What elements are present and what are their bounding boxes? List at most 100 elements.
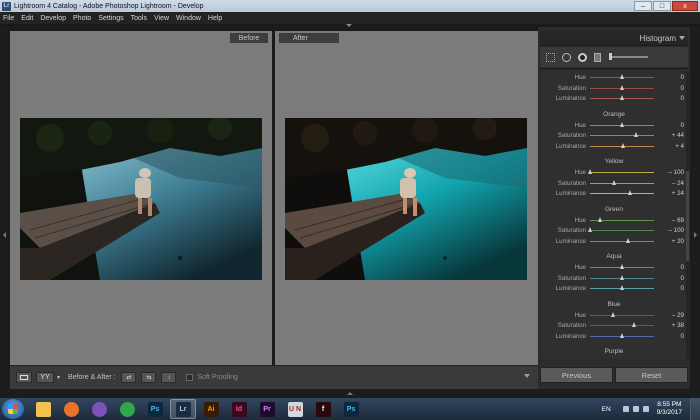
- slider-track[interactable]: [590, 285, 654, 290]
- slider-value[interactable]: + 20: [672, 238, 684, 245]
- slider-thumb[interactable]: [620, 285, 624, 290]
- slider-value[interactable]: + 44: [672, 132, 684, 139]
- slider-track[interactable]: [590, 332, 654, 338]
- loupe-view-button[interactable]: [16, 372, 32, 383]
- after-photo[interactable]: [285, 118, 527, 280]
- taskbar-photoshop-button[interactable]: Ps: [142, 399, 168, 419]
- slider-track[interactable]: [590, 190, 654, 195]
- histogram-header[interactable]: Histogram: [540, 31, 688, 46]
- red-eye-tool-icon[interactable]: [578, 52, 587, 62]
- taskbar-indesign-button[interactable]: Id: [226, 399, 252, 419]
- minimize-button[interactable]: –: [634, 1, 652, 11]
- slider-thumb[interactable]: [620, 84, 624, 90]
- slider-value[interactable]: 0: [681, 85, 684, 92]
- reset-button[interactable]: Reset: [615, 367, 688, 383]
- slider-track[interactable]: [590, 264, 654, 269]
- language-indicator[interactable]: EN: [602, 406, 611, 413]
- slider-value[interactable]: 0: [681, 74, 684, 81]
- slider-track[interactable]: [588, 169, 654, 174]
- taskbar-firefox-button[interactable]: [58, 399, 84, 419]
- menu-tools[interactable]: Tools: [131, 15, 147, 22]
- taskbar-viber-button[interactable]: [86, 399, 112, 419]
- menu-file[interactable]: File: [3, 15, 14, 22]
- menu-settings[interactable]: Settings: [98, 15, 123, 22]
- start-button[interactable]: [2, 399, 24, 419]
- previous-button[interactable]: Previous: [540, 367, 613, 383]
- slider-value[interactable]: 0: [681, 95, 684, 102]
- taskbar-explorer-button[interactable]: [30, 399, 56, 419]
- slider-thumb[interactable]: [620, 332, 624, 338]
- slider-thumb[interactable]: [620, 264, 624, 269]
- slider-thumb[interactable]: [620, 121, 624, 127]
- slider-thumb[interactable]: [588, 169, 592, 174]
- taskbar-uni-button[interactable]: U N: [282, 399, 308, 419]
- slider-value[interactable]: + 24: [672, 190, 684, 197]
- show-desktop-button[interactable]: [690, 398, 700, 420]
- tray-arrow-icon[interactable]: [622, 406, 629, 412]
- scrollbar-thumb[interactable]: [686, 171, 689, 261]
- close-button[interactable]: x: [672, 1, 698, 11]
- adjustment-brush-tool-icon[interactable]: [609, 53, 648, 60]
- slider-thumb[interactable]: [621, 142, 626, 148]
- before-photo[interactable]: [20, 118, 262, 280]
- slider-thumb[interactable]: [612, 179, 617, 185]
- taskbar-clock[interactable]: 8:55 PM 9/3/2017: [657, 401, 682, 417]
- taskbar-photoshop-2-button[interactable]: Ps: [338, 399, 364, 419]
- slider-thumb[interactable]: [598, 216, 603, 222]
- slider-thumb[interactable]: [632, 322, 637, 327]
- spot-removal-tool-icon[interactable]: [562, 52, 571, 62]
- slider-thumb[interactable]: [634, 132, 639, 137]
- slider-track[interactable]: [590, 179, 654, 185]
- menu-photo[interactable]: Photo: [73, 15, 91, 22]
- slider-track[interactable]: [590, 274, 654, 280]
- slider-track[interactable]: [590, 237, 654, 243]
- slider-value[interactable]: 0: [681, 122, 684, 129]
- slider-thumb[interactable]: [611, 311, 616, 317]
- top-panel-toggle-icon[interactable]: [346, 24, 352, 27]
- slider-thumb[interactable]: [588, 227, 592, 232]
- slider-thumb[interactable]: [620, 74, 624, 79]
- slider-value[interactable]: 0: [681, 285, 684, 292]
- slider-value[interactable]: – 29: [672, 312, 684, 319]
- menu-develop[interactable]: Develop: [40, 15, 66, 22]
- menu-view[interactable]: View: [154, 15, 169, 22]
- slider-value[interactable]: 0: [681, 275, 684, 282]
- maximize-button[interactable]: □: [653, 1, 671, 11]
- slider-value[interactable]: + 4: [675, 143, 684, 150]
- slider-value[interactable]: – 100: [669, 227, 684, 234]
- menu-window[interactable]: Window: [176, 15, 201, 22]
- slider-track[interactable]: [590, 95, 654, 100]
- filmstrip-toggle-icon[interactable]: [347, 392, 353, 395]
- slider-track[interactable]: [590, 142, 654, 148]
- soft-proofing-checkbox[interactable]: [186, 374, 194, 381]
- taskbar-illustrator-button[interactable]: Ai: [198, 399, 224, 419]
- slider-track[interactable]: [590, 311, 654, 317]
- slider-value[interactable]: + 38: [672, 322, 684, 329]
- slider-value[interactable]: 0: [681, 333, 684, 340]
- slider-track[interactable]: [590, 216, 654, 222]
- menu-edit[interactable]: Edit: [21, 15, 33, 22]
- slider-thumb[interactable]: [620, 274, 624, 280]
- right-panel-toggle-icon[interactable]: [694, 232, 697, 238]
- volume-icon[interactable]: [642, 406, 649, 412]
- slider-value[interactable]: – 100: [669, 169, 684, 176]
- slider-track[interactable]: [590, 132, 654, 137]
- taskbar-lightroom-button[interactable]: Lr: [170, 399, 196, 419]
- taskbar-vpn-button[interactable]: [114, 399, 140, 419]
- slider-track[interactable]: [590, 121, 654, 127]
- before-after-view-button[interactable]: YY: [36, 372, 54, 383]
- graduated-filter-tool-icon[interactable]: [594, 52, 601, 62]
- toolbar-menu-chevron-icon[interactable]: [524, 374, 530, 378]
- slider-value[interactable]: 0: [681, 264, 684, 271]
- left-panel-toggle-icon[interactable]: [3, 232, 6, 238]
- histogram-collapse-icon[interactable]: [679, 36, 685, 40]
- crop-tool-icon[interactable]: [546, 52, 555, 62]
- slider-track[interactable]: [590, 74, 654, 79]
- slider-value[interactable]: – 24: [672, 180, 684, 187]
- slider-track[interactable]: [590, 84, 654, 90]
- slider-track[interactable]: [590, 322, 654, 327]
- copy-after-to-before-button[interactable]: ⇆: [141, 372, 157, 383]
- menu-help[interactable]: Help: [208, 15, 222, 22]
- slider-value[interactable]: – 69: [672, 217, 684, 224]
- slider-thumb[interactable]: [626, 237, 631, 243]
